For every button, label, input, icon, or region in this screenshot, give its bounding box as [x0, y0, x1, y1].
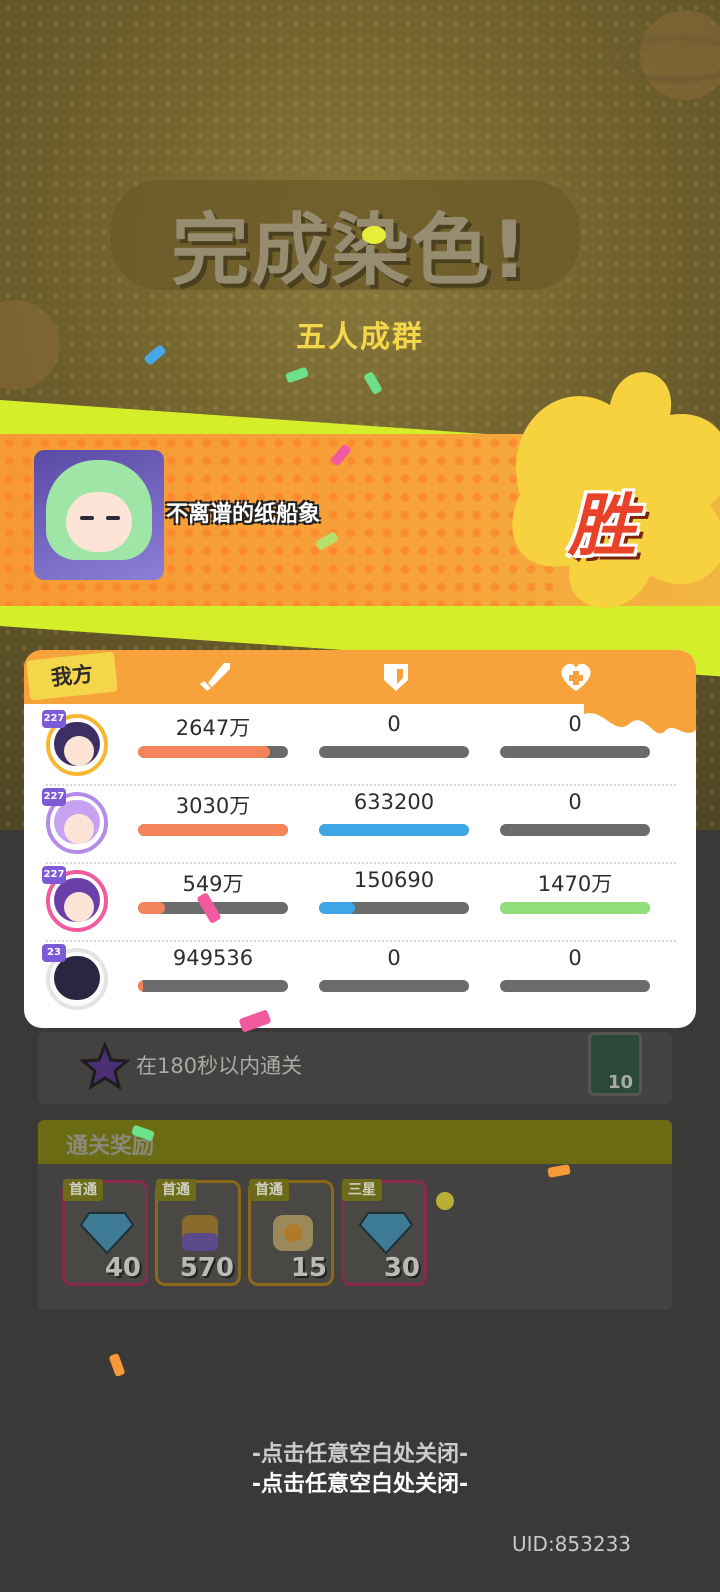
level-badge: 227 [42, 710, 66, 728]
avatar-eye [106, 516, 120, 520]
level-badge: 227 [42, 866, 66, 884]
coin-jar-icon [273, 1215, 313, 1251]
damage-value: 549万 [182, 872, 244, 896]
defense-value: 0 [387, 712, 401, 736]
damage-value: 2647万 [175, 716, 251, 740]
reward-tag: 首通 [249, 1179, 289, 1201]
challenge-row [38, 1032, 672, 1104]
defense-bar [319, 746, 469, 758]
damage-value: 3030万 [175, 794, 251, 818]
reward-quantity: 30 [383, 1253, 420, 1283]
paint-jar-icon [182, 1215, 218, 1251]
reward-quantity: 15 [290, 1253, 327, 1283]
shield-icon [384, 664, 408, 691]
defense-value: 150690 [353, 868, 435, 892]
damage-bar [138, 980, 288, 992]
avatar-face [64, 814, 94, 844]
star-icon [80, 1042, 130, 1091]
heal-bar [500, 902, 650, 914]
player-stat-row: 227 549万 150690 1470万 [24, 860, 696, 938]
win-label: 胜 [568, 487, 637, 566]
damage-bar [138, 824, 288, 836]
reward-item[interactable]: 首通 40 [62, 1179, 148, 1286]
damage-value: 949536 [172, 946, 254, 970]
avatar-face [64, 736, 94, 766]
diamond-icon [79, 1212, 135, 1255]
stage-subtitle: 五人成群 [296, 320, 424, 355]
reward-tag: 三星 [342, 1179, 382, 1201]
reward-quantity: 40 [104, 1253, 141, 1283]
damage-bar-fill [138, 746, 270, 758]
heal-value: 0 [568, 712, 582, 736]
damage-bar-fill [138, 980, 143, 992]
heal-value: 0 [568, 790, 582, 814]
reward-item[interactable]: 首通 15 [248, 1179, 334, 1286]
heal-bar-fill [500, 902, 650, 914]
close-hint[interactable]: -点击任意空白处关闭- [0, 1466, 720, 1498]
heal-bar [500, 746, 650, 758]
damage-bar-fill [138, 824, 288, 836]
player-stat-row: 227 3030万 633200 0 [24, 782, 696, 860]
player-name: 不离谱的纸船象 [166, 502, 321, 527]
defense-bar [319, 902, 469, 914]
defense-bar [319, 980, 469, 992]
damage-bar-fill [138, 902, 165, 914]
defense-bar-fill [319, 902, 355, 914]
player-avatar [34, 450, 164, 580]
level-badge: 227 [42, 788, 66, 806]
player-stat-row: 23 949536 0 0 [24, 938, 696, 1016]
user-id: UID:853233 [512, 1532, 632, 1556]
reward-tag: 首通 [63, 1179, 103, 1201]
battle-stats-panel: 我方 227 2647万 0 0 227 3030万 633200 0 227 … [24, 650, 696, 1028]
level-badge: 23 [42, 944, 66, 962]
reward-tag: 首通 [156, 1179, 196, 1201]
heal-bar [500, 824, 650, 836]
avatar-hair [54, 956, 100, 1000]
player-stat-row: 227 2647万 0 0 [24, 704, 696, 782]
reward-item[interactable]: 首通 570 [155, 1179, 241, 1286]
defense-bar-fill [319, 824, 469, 836]
diamond-icon [358, 1212, 414, 1255]
reward-item[interactable]: 三星 30 [341, 1179, 427, 1286]
challenge-count: 10 [608, 1072, 634, 1093]
heal-value: 0 [568, 946, 582, 970]
avatar-face [64, 892, 94, 922]
confetti [362, 226, 386, 244]
result-title: 完成染色! [171, 206, 529, 296]
heal-value: 1470万 [537, 872, 613, 896]
heart-plus-icon [561, 663, 591, 691]
heal-bar [500, 980, 650, 992]
challenge-text: 在180秒以内通关 [136, 1054, 303, 1078]
avatar-eye [80, 516, 94, 520]
damage-bar [138, 746, 288, 758]
reward-quantity: 570 [179, 1253, 234, 1283]
defense-value: 0 [387, 946, 401, 970]
confetti [436, 1192, 454, 1210]
close-hint-shadow: -点击任意空白处关闭- [251, 1442, 469, 1467]
avatar-face [66, 492, 132, 552]
sword-icon [200, 663, 230, 691]
defense-value: 633200 [353, 790, 435, 814]
defense-bar [319, 824, 469, 836]
